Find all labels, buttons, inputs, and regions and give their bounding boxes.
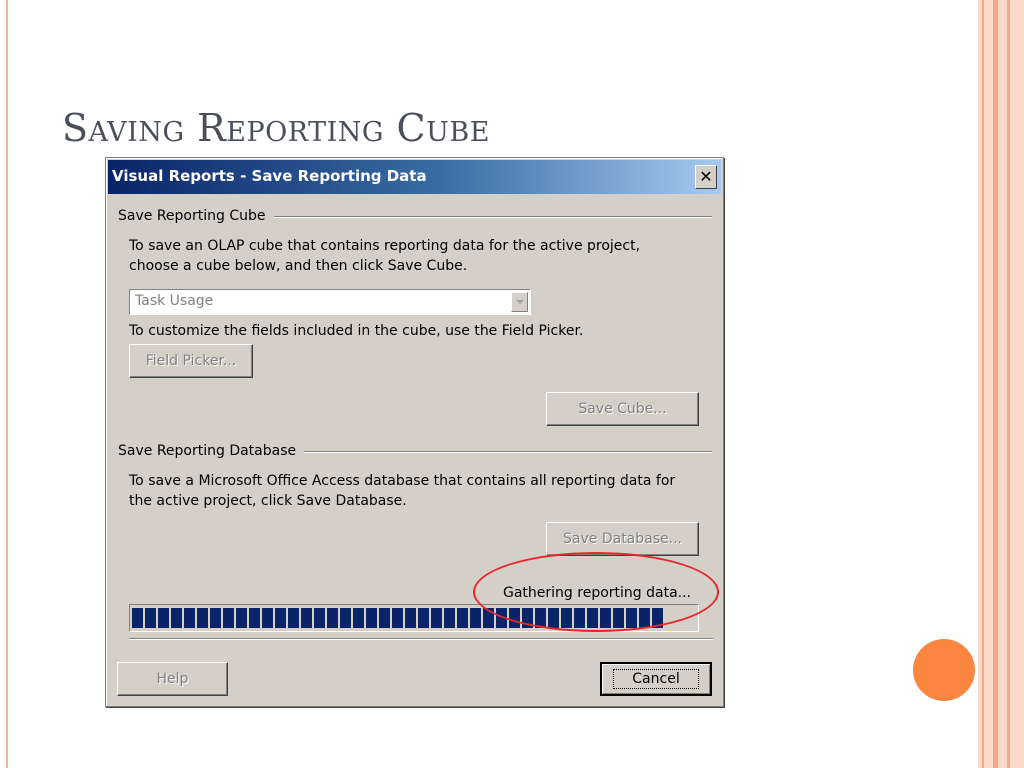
left-accent-rule [6, 0, 8, 768]
progress-block [301, 608, 312, 628]
dialog-title: Visual Reports - Save Reporting Data [112, 167, 427, 185]
progress-block [470, 608, 481, 628]
cube-instructions-line2: choose a cube below, and then click Save… [129, 258, 468, 274]
right-decor-stripe [982, 0, 984, 768]
progress-block [405, 608, 416, 628]
cancel-button[interactable]: Cancel [600, 662, 712, 696]
field-picker-button[interactable]: Field Picker... [129, 344, 253, 378]
progress-block [457, 608, 468, 628]
cube-select[interactable]: Task Usage [129, 289, 531, 315]
progress-block [132, 608, 143, 628]
progress-block [340, 608, 351, 628]
right-decor-stripe [1007, 0, 1010, 768]
right-decor-stripe [993, 0, 998, 768]
progress-block [444, 608, 455, 628]
slide-title: Saving Reporting Cube [62, 106, 490, 150]
progress-block [171, 608, 182, 628]
progress-block [288, 608, 299, 628]
progress-block [145, 608, 156, 628]
close-button[interactable]: ✕ [695, 165, 717, 189]
dialog-titlebar[interactable]: Visual Reports - Save Reporting Data ✕ [108, 160, 721, 194]
cancel-label: Cancel [613, 669, 699, 689]
database-group-rule [304, 451, 712, 453]
cube-instructions-line1: To save an OLAP cube that contains repor… [129, 238, 641, 254]
close-icon: ✕ [699, 167, 713, 186]
progress-block [210, 608, 221, 628]
annotation-ellipse [473, 552, 719, 632]
cube-group-rule [274, 216, 712, 218]
progress-block [275, 608, 286, 628]
help-button[interactable]: Help [117, 662, 228, 696]
progress-block [366, 608, 377, 628]
save-cube-button[interactable]: Save Cube... [546, 392, 699, 426]
progress-block [327, 608, 338, 628]
progress-block [197, 608, 208, 628]
progress-block [262, 608, 273, 628]
progress-block [418, 608, 429, 628]
progress-block [431, 608, 442, 628]
field-picker-label: Field Picker... [145, 353, 237, 369]
save-database-label: Save Database... [563, 531, 682, 547]
progress-block [314, 608, 325, 628]
progress-block [353, 608, 364, 628]
footer-separator [129, 638, 713, 640]
save-database-button[interactable]: Save Database... [546, 522, 699, 556]
progress-block [158, 608, 169, 628]
progress-block [392, 608, 403, 628]
progress-block [249, 608, 260, 628]
right-decor-band [978, 0, 1024, 768]
cube-select-value: Task Usage [135, 293, 214, 309]
progress-block [236, 608, 247, 628]
save-cube-label: Save Cube... [578, 401, 667, 417]
progress-block [184, 608, 195, 628]
progress-block [379, 608, 390, 628]
field-picker-hint: To customize the fields included in the … [129, 323, 584, 339]
database-group-heading: Save Reporting Database [118, 443, 297, 459]
database-instructions-line2: the active project, click Save Database. [129, 493, 407, 509]
cube-group-heading: Save Reporting Cube [118, 208, 266, 224]
progress-block [223, 608, 234, 628]
chevron-down-icon[interactable] [511, 292, 528, 312]
help-label: Help [156, 671, 189, 687]
database-instructions-line1: To save a Microsoft Office Access databa… [129, 473, 676, 489]
decorative-orb [913, 639, 975, 701]
